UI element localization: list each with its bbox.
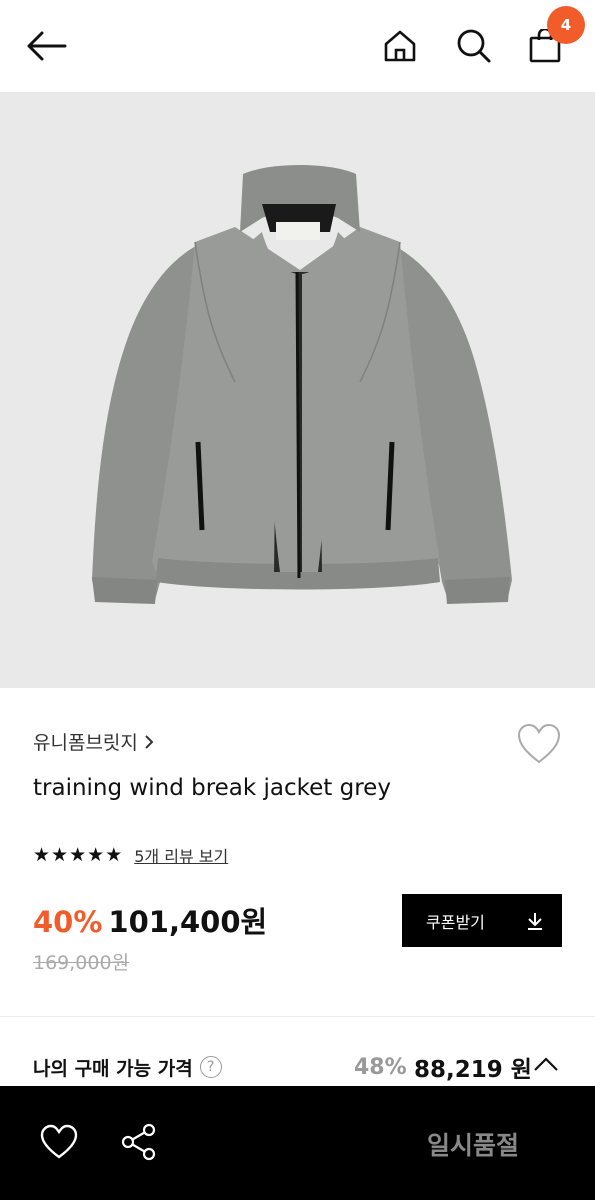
search-button[interactable] [450,22,498,70]
home-icon [384,30,416,62]
original-price: 169,000원 [33,952,130,974]
brand-link[interactable]: 유니폼브릿지 [33,728,154,755]
star-icon: ★ [69,843,87,866]
my-price-label: 나의 구매 가능 가격 [33,1057,193,1080]
sold-out-status: 일시품절 [427,1131,520,1160]
share-icon[interactable] [120,1122,158,1162]
chevron-right-icon [145,734,154,749]
rating-row: ★ ★ ★ ★ ★ 5개 리뷰 보기 [33,843,228,867]
heart-outline-icon[interactable] [516,722,562,766]
download-icon [528,912,542,930]
my-price-toggle[interactable]: 나의 구매 가능 가격 ? 48% 88,219 원 [33,1050,563,1084]
home-button[interactable] [376,22,424,70]
help-icon[interactable]: ? [199,1056,222,1078]
discount-rate: 40% [33,905,103,939]
price-row: 40% 101,400원 [33,899,267,941]
sale-price: 101,400원 [108,905,268,939]
star-icon: ★ [51,843,69,866]
arrow-left-icon [27,31,67,61]
coupon-label: 쿠폰받기 [426,912,485,932]
brand-name: 유니폼브릿지 [33,732,138,754]
star-rating: ★ ★ ★ ★ ★ [33,843,123,866]
jacket-illustration [92,165,512,604]
my-discount-rate: 48% [354,1054,407,1080]
star-icon: ★ [87,843,105,866]
section-divider [0,1016,595,1017]
chevron-up-icon [534,1057,558,1071]
top-app-bar: 4 [0,0,595,92]
star-icon: ★ [105,843,123,866]
star-icon: ★ [33,843,51,866]
cart-count-badge: 4 [547,6,585,44]
my-price-value: 88,219 원 [414,1057,532,1083]
back-button[interactable] [22,22,70,70]
review-link[interactable]: 5개 리뷰 보기 [134,843,228,867]
product-title: training wind break jacket grey [33,775,391,801]
bottom-action-bar: 일시품절 [0,1086,595,1200]
coupon-download-button[interactable]: 쿠폰받기 [402,894,562,947]
heart-outline-icon[interactable] [40,1124,78,1160]
product-image[interactable] [0,92,595,688]
search-icon [457,29,491,63]
